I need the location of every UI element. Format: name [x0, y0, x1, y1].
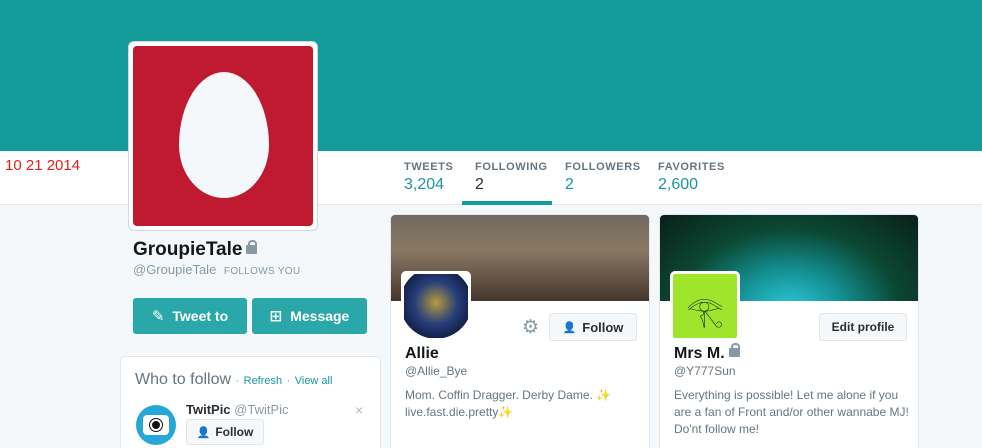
compose-icon: ✎ — [151, 308, 165, 325]
twitpic-avatar[interactable] — [136, 405, 176, 445]
message-icon: ⊞ — [269, 308, 283, 325]
follow-label: Follow — [582, 319, 624, 335]
profile-name[interactable]: GroupieTale — [133, 239, 258, 261]
separator: · — [286, 375, 291, 387]
who-to-follow-heading: Who to follow — [135, 371, 232, 388]
view-all-link[interactable]: View all — [295, 375, 333, 387]
card-follow-button[interactable]: 👤 Follow — [549, 313, 637, 341]
card-handle: @Y777Sun — [674, 364, 736, 378]
card-name[interactable]: Mrs M. — [674, 343, 740, 363]
card-avatar[interactable] — [401, 271, 471, 341]
stat-label: FAVORITES — [658, 161, 725, 173]
lock-icon — [246, 240, 258, 254]
date-stamp: 10 21 2014 — [5, 157, 81, 174]
stat-tweets[interactable]: TWEETS 3,204 — [404, 161, 453, 194]
follow-person-icon: 👤 — [562, 321, 577, 334]
who-to-follow-module: Who to follow · Refresh · View all TwitP… — [120, 356, 381, 448]
profile-avatar[interactable] — [128, 41, 318, 231]
stat-following[interactable]: FOLLOWING 2 — [475, 161, 548, 194]
card-name[interactable]: Allie — [405, 345, 439, 363]
card-name-text: Mrs M. — [674, 345, 725, 362]
follow-person-icon: 👤 — [196, 426, 211, 439]
stat-value: 2 — [475, 176, 484, 193]
stat-value: 2 — [565, 176, 574, 193]
eye-of-horus-icon: 𓂀 — [686, 295, 724, 328]
tweet-to-button[interactable]: ✎ Tweet to — [133, 298, 247, 334]
profile-name-text: GroupieTale — [133, 239, 243, 260]
profile-card-allie: ⚙ 👤 Follow Allie @Allie_Bye Mom. Coffin … — [390, 214, 650, 448]
card-handle: @Allie_Bye — [405, 364, 468, 378]
follows-you-badge: FOLLOWS YOU — [223, 266, 301, 277]
lock-icon — [728, 343, 740, 357]
card-bio: Mom. Coffin Dragger. Derby Dame. ✨ live.… — [405, 388, 612, 419]
camera-icon — [143, 415, 169, 435]
dismiss-suggestion-icon[interactable]: × — [355, 402, 363, 418]
stat-value: 3,204 — [404, 176, 445, 193]
message-button[interactable]: ⊞ Message — [252, 298, 367, 334]
egg-icon — [179, 72, 269, 198]
stat-label: FOLLOWERS — [565, 161, 641, 173]
stat-label: TWEETS — [404, 161, 454, 173]
card-bio: Everything is possible! Let me alone if … — [674, 388, 909, 436]
stat-value: 2,600 — [658, 176, 699, 193]
stat-followers[interactable]: FOLLOWERS 2 — [565, 161, 641, 194]
camera-lens — [150, 419, 162, 431]
tweet-to-label: Tweet to — [172, 308, 229, 324]
suggestion-name[interactable]: TwitPic @TwitPic — [186, 402, 289, 417]
profile-handle: @GroupieTale FOLLOWS YOU — [133, 262, 300, 277]
suggestion-name-text: TwitPic — [186, 402, 231, 417]
profile-card-mrs-m: 𓂀 Edit profile Mrs M. @Y777Sun Everythin… — [659, 214, 919, 448]
who-to-follow-title: Who to follow · Refresh · View all — [135, 371, 332, 389]
stat-favorites[interactable]: FAVORITES 2,600 — [658, 161, 725, 194]
message-label: Message — [290, 308, 350, 324]
suggestion-handle: @TwitPic — [234, 402, 289, 417]
refresh-link[interactable]: Refresh — [244, 375, 283, 387]
gear-icon[interactable]: ⚙ — [522, 316, 539, 339]
active-tab-indicator — [462, 201, 552, 205]
suggestion-follow-button[interactable]: 👤 Follow — [186, 419, 264, 445]
edit-profile-button[interactable]: Edit profile — [819, 313, 907, 341]
separator: · — [235, 375, 240, 387]
card-avatar[interactable]: 𓂀 — [670, 271, 740, 341]
follow-label: Follow — [215, 425, 254, 439]
avatar-background — [133, 46, 313, 226]
profile-handle-text: @GroupieTale — [133, 262, 217, 277]
stat-label: FOLLOWING — [475, 161, 548, 173]
